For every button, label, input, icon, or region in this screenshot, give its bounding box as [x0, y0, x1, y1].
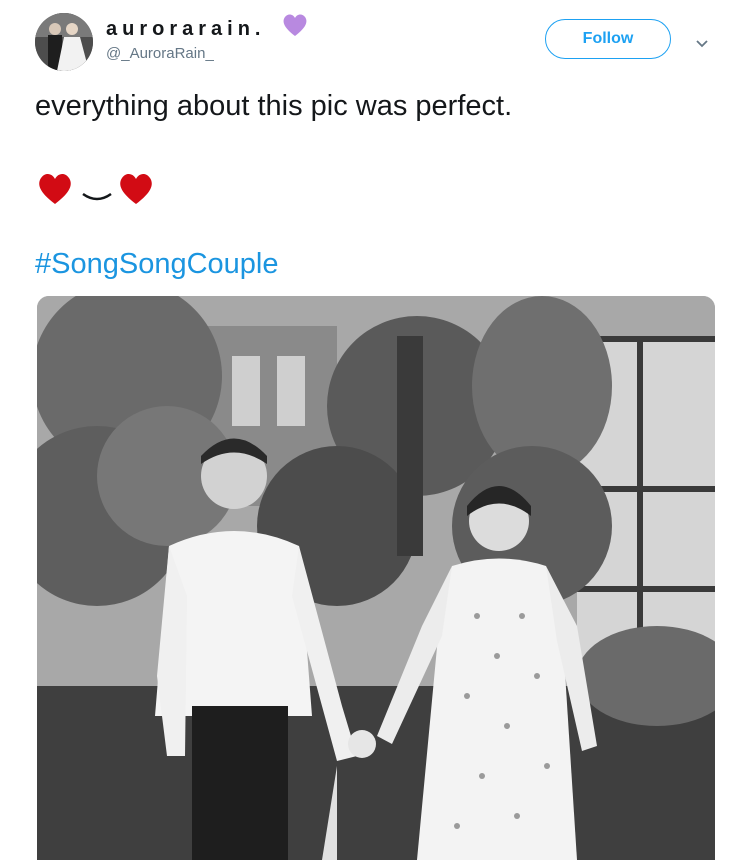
- avatar[interactable]: [35, 13, 93, 71]
- tweet-text: everything about this pic was perfect.: [35, 90, 513, 122]
- chevron-down-icon[interactable]: [695, 36, 709, 48]
- emoji-line: [35, 168, 165, 208]
- red-heart-icon: [120, 173, 152, 204]
- purple-heart-icon: [281, 12, 309, 38]
- user-handle[interactable]: @_AuroraRain_: [106, 45, 214, 62]
- tweet-header: aurorarain. @_AuroraRain_ Follow: [0, 0, 750, 80]
- display-name[interactable]: aurorarain.: [106, 18, 265, 41]
- smile-mouth-icon: [82, 192, 112, 201]
- follow-button[interactable]: Follow: [545, 19, 671, 59]
- tweet-photo[interactable]: [37, 296, 715, 860]
- red-heart-icon: [39, 173, 71, 204]
- hashtag-link[interactable]: #SongSongCouple: [35, 248, 278, 281]
